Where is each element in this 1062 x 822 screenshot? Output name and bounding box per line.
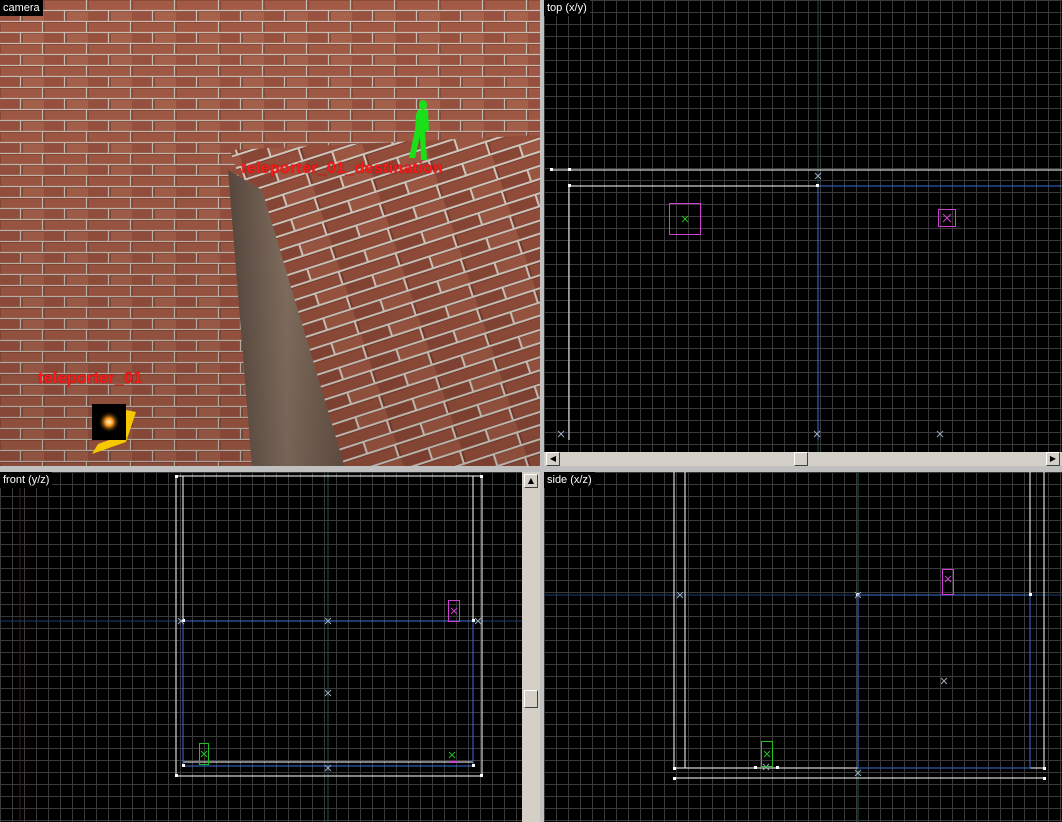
entity-origin-icon	[944, 575, 952, 583]
front-viewport-vertical-scrollbar[interactable]: ▲	[522, 472, 540, 822]
entity-origin-icon	[942, 213, 952, 223]
entity-origin-icon	[200, 750, 208, 758]
viewport-title-front: front (y/z)	[0, 472, 53, 488]
light-entity-graphic	[92, 404, 136, 454]
entity-origin-icon	[763, 750, 771, 758]
scroll-up-icon[interactable]: ▲	[524, 474, 538, 488]
teleporter-destination-label: teleporter_01_destination	[241, 160, 444, 177]
top-viewport-brushes	[550, 0, 1062, 452]
entity-destination-top[interactable]	[938, 209, 956, 227]
scroll-thumb[interactable]	[524, 690, 538, 708]
top-viewport-horizontal-scrollbar[interactable]: ◀ ▶	[544, 452, 1062, 466]
entity-destination-front[interactable]	[448, 600, 460, 622]
viewport-title-top: top (x/y)	[544, 0, 590, 16]
side-viewport-brushes	[544, 472, 1062, 822]
camera-viewport[interactable]: teleporter_01_destination teleporter_01 …	[0, 0, 540, 468]
front-viewport[interactable]: front (y/z)	[0, 472, 522, 822]
entity-teleporter-side[interactable]	[761, 741, 773, 767]
viewport-title-side: side (x/z)	[544, 472, 595, 488]
entity-teleporter-top[interactable]	[669, 203, 701, 235]
player-figure-icon[interactable]	[403, 100, 433, 162]
light-entity-icon[interactable]	[90, 404, 138, 456]
teleporter-source-label: teleporter_01	[38, 370, 143, 387]
scroll-thumb[interactable]	[794, 452, 808, 466]
camera-scene	[0, 0, 540, 468]
entity-origin-icon	[450, 607, 458, 615]
scroll-right-icon[interactable]: ▶	[1046, 452, 1060, 466]
scroll-left-icon[interactable]: ◀	[546, 452, 560, 466]
viewport-title-camera: camera	[0, 0, 43, 16]
entity-teleporter-front[interactable]	[199, 743, 209, 765]
entity-destination-side[interactable]	[942, 569, 954, 595]
front-viewport-brushes	[0, 472, 522, 822]
top-viewport[interactable]: top (x/y)	[544, 0, 1062, 452]
entity-origin-icon	[681, 215, 689, 223]
side-viewport[interactable]: side (x/z)	[544, 472, 1062, 822]
